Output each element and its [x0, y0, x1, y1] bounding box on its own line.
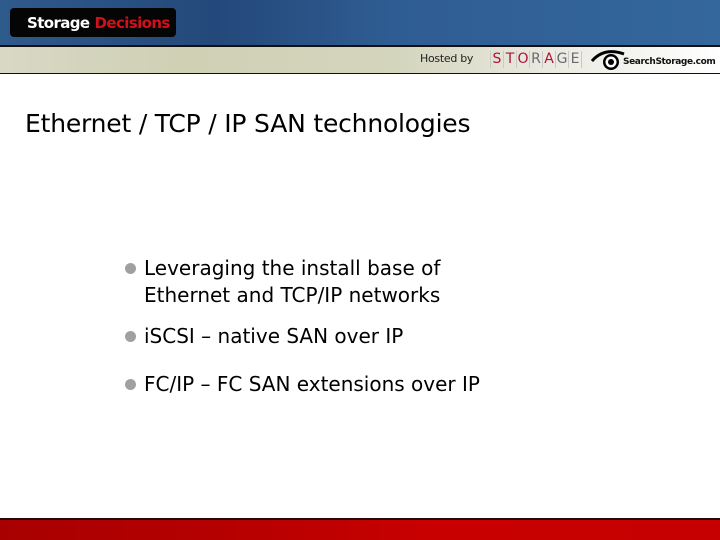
logo-letter: R: [530, 51, 543, 68]
top-banner: Storage Decisions: [0, 0, 720, 45]
bullet-dot-icon: [125, 263, 136, 274]
storage-decisions-logo: Storage Decisions: [10, 8, 176, 37]
brand-primary: Storage: [27, 13, 90, 32]
storage-magazine-logo: S T O R A G E: [490, 51, 582, 68]
bullet-text: Leveraging the install base of: [144, 256, 441, 280]
bullet-text-continued: Ethernet and TCP/IP networks: [144, 283, 441, 307]
bullet-list: Leveraging the install base of Ethernet …: [122, 255, 480, 398]
bullet-item: Leveraging the install base of Ethernet …: [122, 255, 480, 309]
bullet-dot-icon: [125, 379, 136, 390]
header-divider-bottom: [0, 73, 720, 74]
bullet-item: FC/IP – FC SAN extensions over IP: [122, 371, 480, 398]
logo-letter: A: [543, 51, 556, 68]
footer-bar: [0, 520, 720, 540]
slide-title: Ethernet / TCP / IP SAN technologies: [25, 109, 471, 138]
searchstorage-logo-text: SearchStorage.com: [623, 57, 716, 67]
bullet-text: iSCSI – native SAN over IP: [144, 324, 404, 348]
logo-letter: T: [504, 51, 517, 68]
logo-letter: O: [517, 51, 530, 68]
brand-secondary: Decisions: [94, 13, 171, 32]
bullet-item: iSCSI – native SAN over IP: [122, 323, 480, 350]
bullet-text: FC/IP – FC SAN extensions over IP: [144, 372, 480, 396]
logo-letter: E: [569, 51, 582, 68]
bullet-dot-icon: [125, 331, 136, 342]
logo-letter: G: [556, 51, 569, 68]
logo-letter: S: [491, 51, 504, 68]
hosted-by-label: Hosted by: [420, 52, 474, 65]
